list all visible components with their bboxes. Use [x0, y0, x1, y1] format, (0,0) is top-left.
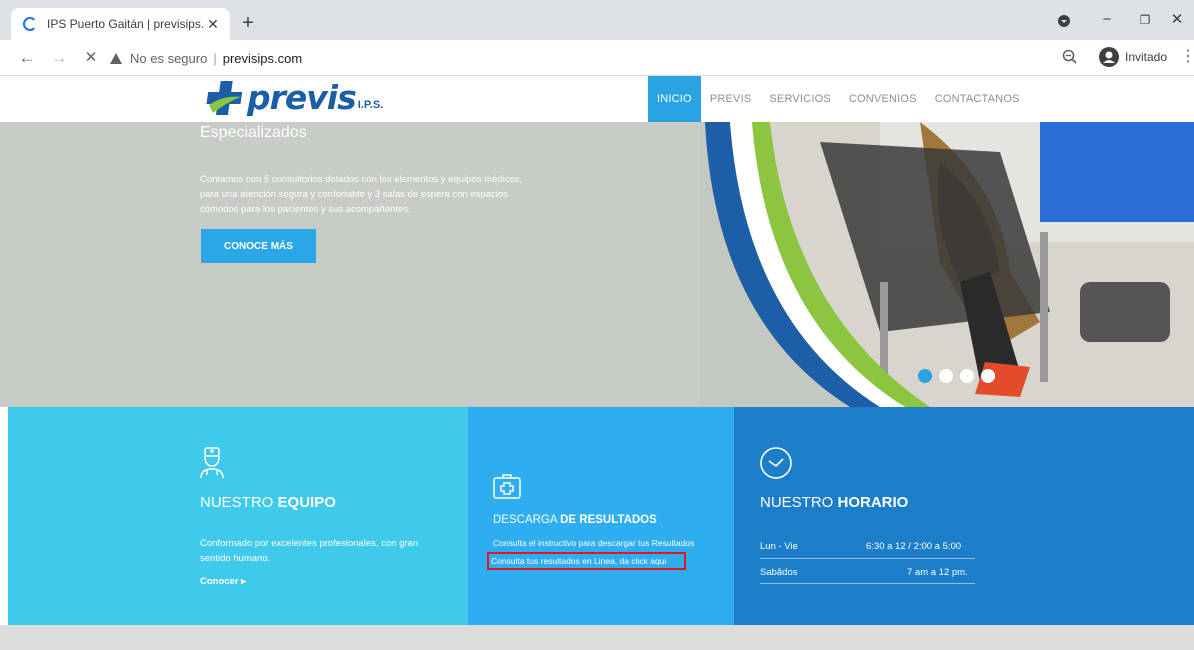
medical-kit-icon: [493, 473, 521, 504]
hero-background-image: [0, 122, 1194, 407]
equipo-title-bold: EQUIPO: [277, 494, 336, 511]
minimize-button[interactable]: −: [1092, 8, 1122, 32]
schedule-divider: [760, 583, 975, 584]
slider-dots: [918, 369, 1002, 383]
conocer-link[interactable]: Conocer ▸: [200, 576, 246, 587]
hero-heading: Especializados: [200, 124, 307, 141]
warning-icon: [110, 52, 122, 64]
equipo-title-light: NUESTRO: [200, 494, 278, 511]
stop-button[interactable]: ✕: [78, 45, 104, 71]
nav-item-convenios[interactable]: CONVENIOS: [840, 76, 926, 122]
nav-item-previs[interactable]: PREVIS: [701, 76, 761, 122]
browser-menu-icon[interactable]: ⋮: [1180, 46, 1194, 66]
avatar-icon: [1099, 47, 1119, 67]
schedule-hours: 7 am a 12 pm.: [907, 567, 968, 578]
schedule-day: Sabãdos: [760, 567, 798, 578]
resultados-description: Consulta el instructivo para descargar t…: [493, 538, 695, 548]
profile-button[interactable]: Invitado: [1099, 46, 1167, 68]
slider-dot[interactable]: [981, 369, 995, 383]
bottom-section-preview: [0, 625, 1194, 650]
horario-title-bold: HORARIO: [837, 494, 909, 511]
logo-cross-icon: [205, 79, 243, 117]
schedule-day: Lun - Vie: [760, 541, 798, 552]
horario-title: NUESTRO HORARIO: [760, 494, 908, 511]
extension-icon[interactable]: [1058, 14, 1070, 27]
hero-slider: [0, 122, 1194, 407]
tab-close-icon[interactable]: ✕: [204, 16, 222, 33]
slider-dot[interactable]: [939, 369, 953, 383]
new-tab-button[interactable]: +: [236, 12, 260, 36]
slider-dot[interactable]: [960, 369, 974, 383]
maximize-button[interactable]: ❐: [1130, 8, 1160, 32]
equipo-title: NUESTRO EQUIPO: [200, 494, 336, 511]
site-logo[interactable]: previs I.P.S.: [205, 78, 383, 117]
url-text[interactable]: previsips.com: [223, 51, 302, 66]
browser-toolbar: ← → ✕ No es seguro | previsips.com: [0, 40, 1194, 76]
resultados-title-light: DESCARGA: [493, 514, 561, 526]
doctor-icon: [199, 447, 225, 484]
equipo-block: [8, 407, 468, 625]
back-button[interactable]: ←: [14, 45, 40, 71]
equipo-description: Conformado por excelentes profesionales,…: [200, 538, 419, 564]
browser-tab[interactable]: IPS Puerto Gaitán | previsips.com ✕: [11, 8, 230, 40]
horario-title-light: NUESTRO: [760, 494, 838, 511]
zoom-icon[interactable]: [1061, 48, 1079, 66]
logo-text: previs: [247, 78, 357, 117]
profile-label: Invitado: [1125, 50, 1168, 64]
schedule-divider: [760, 558, 975, 559]
loading-spinner-icon: [23, 17, 37, 31]
address-bar[interactable]: No es seguro | previsips.com: [110, 44, 1090, 72]
security-label: No es seguro: [130, 50, 208, 66]
logo-suffix: I.P.S.: [357, 98, 384, 111]
forward-button[interactable]: →: [46, 45, 72, 71]
resultados-title: DESCARGA DE RESULTADOS: [493, 514, 657, 526]
tab-title: IPS Puerto Gaitán | previsips.com: [47, 17, 204, 31]
conoce-mas-button[interactable]: CONOCE MÁS: [201, 229, 316, 263]
main-nav: INICIO PREVIS SERVICIOS CONVENIOS CONTAC…: [648, 76, 1029, 122]
nav-item-inicio[interactable]: INICIO: [648, 76, 701, 122]
horario-block: [734, 407, 1194, 625]
close-window-button[interactable]: ✕: [1162, 8, 1192, 32]
highlight-box: [487, 552, 686, 570]
resultados-title-bold: DE RESULTADOS: [560, 514, 657, 526]
url-separator: |: [213, 50, 217, 66]
slider-dot[interactable]: [918, 369, 932, 383]
clock-icon: [759, 446, 793, 485]
schedule-hours: 6:30 a 12 / 2:00 a 5:00: [866, 541, 962, 552]
nav-item-contactanos[interactable]: CONTACTANOS: [926, 76, 1029, 122]
hero-description: Contamos con 5 consultorios dotados con …: [200, 174, 523, 215]
nav-item-servicios[interactable]: SERVICIOS: [760, 76, 840, 122]
